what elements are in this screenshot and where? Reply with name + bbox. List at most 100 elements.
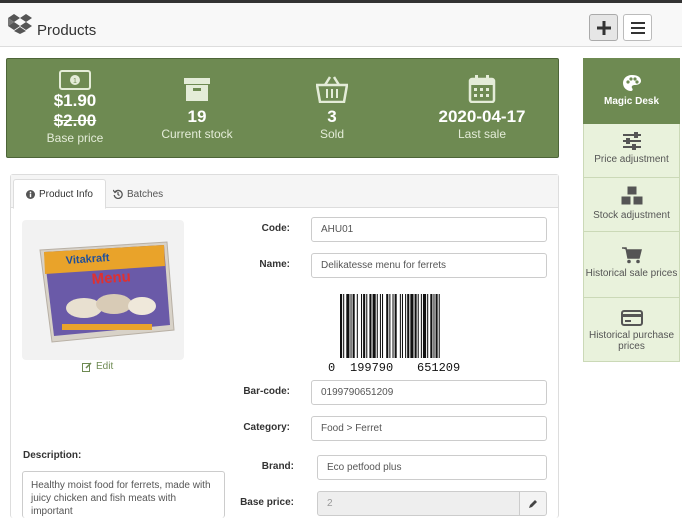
sidebar-item-price-adjustment[interactable]: Price adjustment [583, 124, 680, 178]
menu-button[interactable] [623, 14, 652, 41]
cart-icon [621, 247, 642, 264]
svg-text:Menu: Menu [91, 268, 131, 288]
barcode-bar [389, 294, 391, 358]
barcode-bar [382, 294, 384, 358]
tab-bar: Product Info Batches [11, 175, 558, 209]
sidebar-item-label: Magic Desk [603, 96, 660, 107]
sidebar-item-stock-adjustment[interactable]: Stock adjustment [583, 178, 680, 232]
barcode-bar [392, 294, 394, 358]
barcode-bar [414, 294, 417, 358]
barcode-bar [350, 294, 352, 358]
product-summary-banner: 1 $1.90 $2.00 Base price 19 Current stoc… [6, 58, 559, 158]
edit-label: Edit [96, 361, 114, 372]
category-label: Category: [243, 422, 290, 433]
barcode-bar [435, 294, 438, 358]
sidebar-item-label: Historical sale prices [585, 268, 678, 279]
barcode-bar [363, 294, 366, 358]
credit-card-icon [620, 310, 643, 326]
calendar-icon [468, 75, 496, 103]
sidebar-item-label: Historical purchase prices [588, 330, 675, 352]
barcode-bar [386, 294, 389, 358]
barcode-bar [376, 294, 378, 358]
sold-stat: 3 Sold [309, 59, 355, 159]
svg-text:1: 1 [73, 78, 77, 85]
brand-label: Brand: [261, 461, 294, 472]
code-label: Code: [261, 223, 290, 234]
sold-value: 3 [327, 107, 337, 126]
barcode-bar [361, 294, 363, 358]
barcode-bar [420, 294, 422, 358]
barcode-bar [379, 294, 381, 358]
tab-batches[interactable]: Batches [101, 179, 175, 209]
code-field[interactable]: AHU01 [311, 217, 547, 242]
barcode-bar [410, 294, 414, 358]
archive-box-icon [184, 78, 210, 101]
last-sale-label: Last sale [457, 127, 507, 141]
edit-image-link[interactable]: Edit [82, 361, 113, 372]
svg-text:651209: 651209 [417, 361, 460, 374]
sliders-icon [622, 132, 641, 150]
barcode-bar [352, 294, 355, 358]
last-sale-stat: 2020-04-17 Last sale [427, 59, 537, 159]
barcode-field[interactable]: 0199790651209 [311, 380, 547, 405]
barcode-label: Bar-code: [243, 386, 290, 397]
tab-label: Product Info [39, 188, 93, 200]
barcode-bar [366, 294, 368, 358]
name-field[interactable]: Delikatesse menu for ferrets [311, 253, 547, 278]
history-icon [113, 189, 123, 199]
sidebar-item-magic-desk[interactable]: Magic Desk [583, 58, 680, 124]
category-field[interactable]: Food > Ferret [311, 416, 547, 441]
cubes-icon [620, 186, 643, 206]
barcode-bar [427, 294, 429, 358]
barcode-bar [430, 294, 433, 358]
sidebar-item-label: Stock adjustment [593, 210, 670, 221]
base-price-field: 2 [317, 491, 520, 516]
add-button[interactable] [589, 14, 618, 41]
current-price: $1.90 [53, 91, 97, 110]
info-icon [26, 189, 35, 199]
action-sidebar: Magic Desk Price adjustment Stock adjust… [583, 58, 680, 362]
edit-price-button[interactable] [519, 491, 547, 516]
old-price: $2.00 [53, 111, 97, 130]
barcode-bar [346, 294, 350, 358]
stock-value: 19 [187, 107, 207, 126]
barcode-bar [401, 294, 403, 358]
barcode-bar [399, 294, 401, 358]
sidebar-item-historical-sale-prices[interactable]: Historical sale prices [583, 232, 680, 298]
stock-label: Current stock [161, 127, 233, 141]
barcode-bar [394, 294, 397, 358]
barcode-bar [340, 294, 343, 358]
price-stat: 1 $1.90 $2.00 Base price [37, 59, 113, 159]
hamburger-menu-icon [630, 21, 645, 34]
base-price-label: Base price: [240, 497, 294, 508]
top-bar: Products [0, 0, 682, 47]
plus-icon [596, 20, 611, 35]
barcode-bar [356, 294, 358, 358]
barcode-bar [422, 294, 427, 358]
svg-text:0: 0 [328, 361, 335, 374]
pencil-icon [529, 499, 537, 508]
barcode-bar [372, 294, 376, 358]
svg-text:199790: 199790 [350, 361, 393, 374]
sold-label: Sold [319, 127, 345, 141]
product-package-illustration: Vitakraft Menu [39, 241, 175, 343]
last-sale-value: 2020-04-17 [438, 107, 526, 126]
stock-stat: 19 Current stock [157, 59, 237, 159]
dropbox-box-icon [8, 14, 32, 34]
barcode-bar [417, 294, 419, 358]
price-label: Base price [46, 131, 104, 145]
barcode-bar [343, 294, 345, 358]
sidebar-item-historical-purchase-prices[interactable]: Historical purchase prices [583, 298, 680, 362]
name-label: Name: [259, 259, 290, 270]
edit-icon [82, 361, 92, 372]
barcode-bar [405, 294, 407, 358]
tab-label: Batches [127, 188, 164, 200]
barcode-bar [433, 294, 435, 358]
brand-field[interactable]: Eco petfood plus [317, 455, 547, 480]
palette-icon [622, 75, 641, 91]
description-field[interactable]: Healthy moist food for ferrets, made wit… [22, 471, 225, 518]
barcode-image: 0 199790 651209 [328, 294, 460, 374]
app-title: Products [37, 22, 97, 39]
product-image: Vitakraft Menu [22, 220, 184, 360]
tab-product-info[interactable]: Product Info [13, 179, 106, 209]
